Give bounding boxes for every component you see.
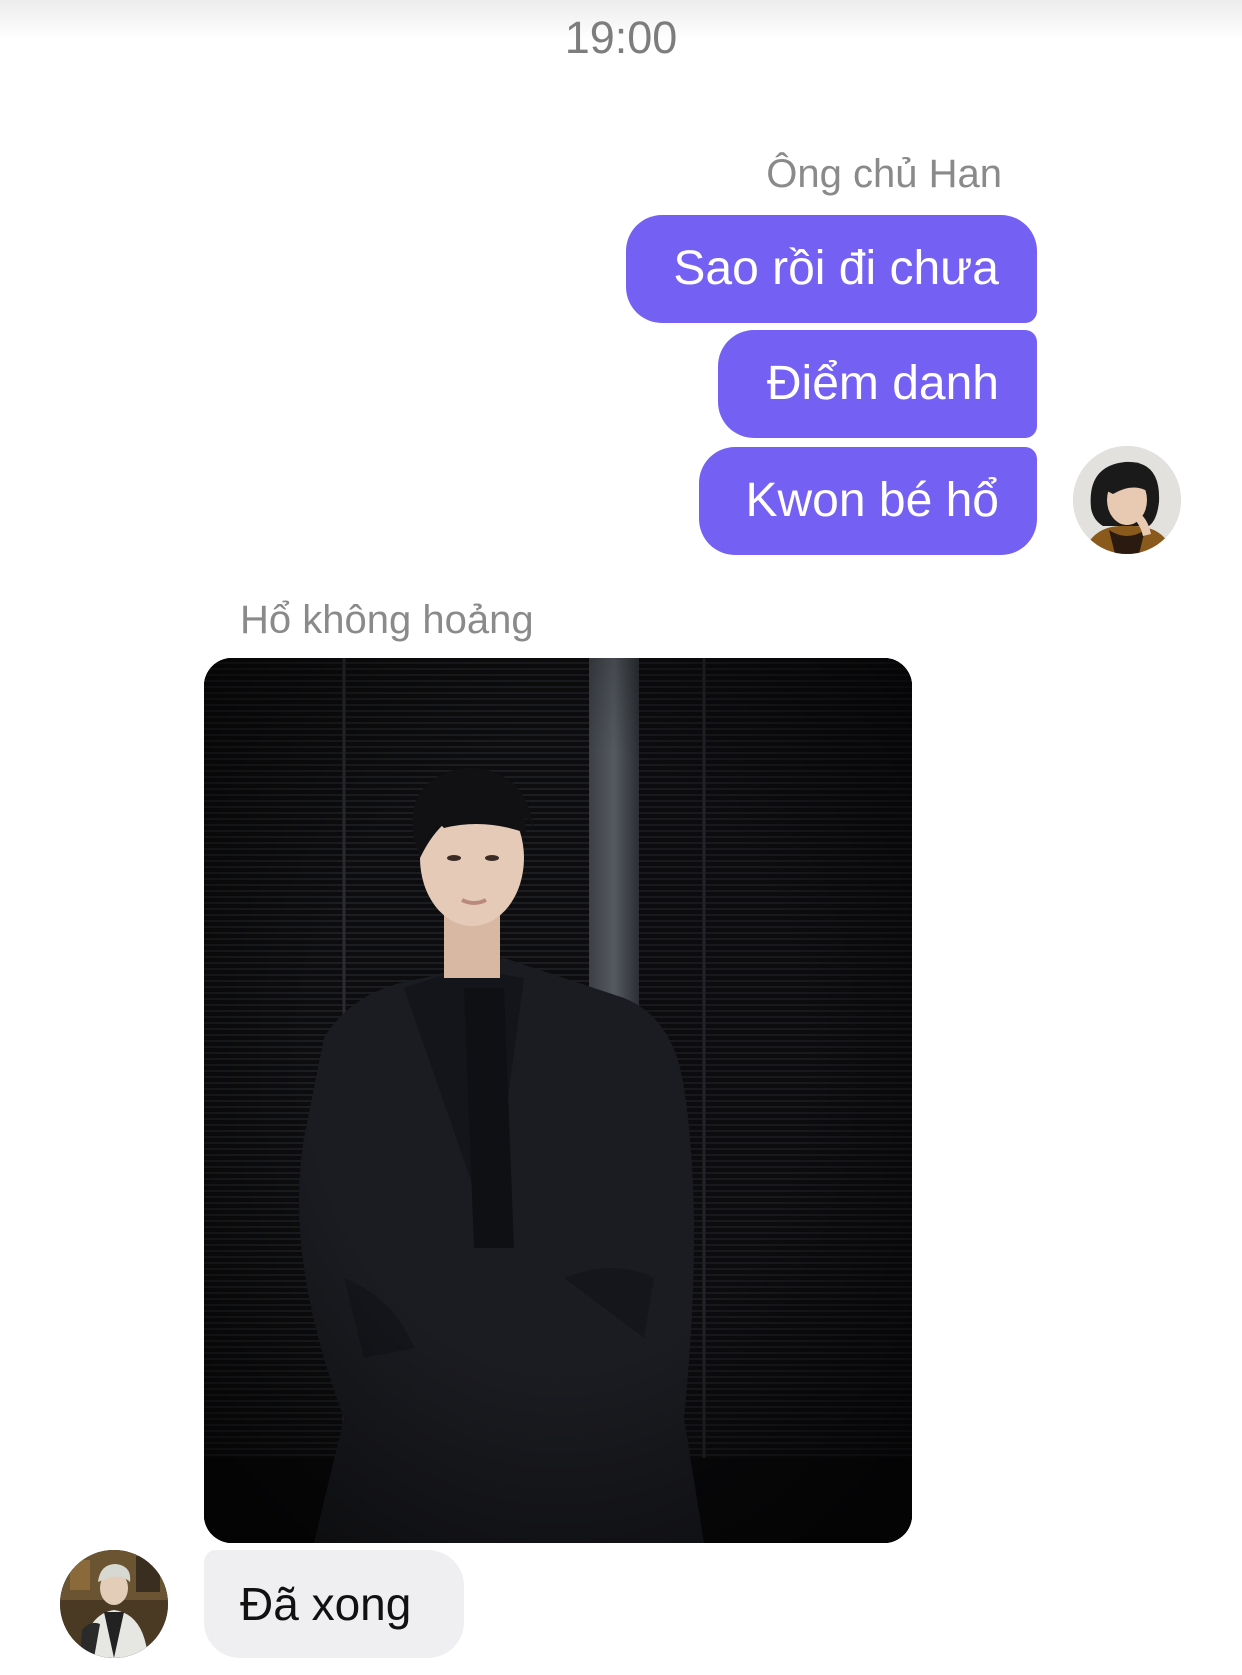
avatar-image: [1073, 446, 1181, 554]
avatar-image: [60, 1550, 168, 1658]
profile-photo-avatar-icon[interactable]: [60, 1550, 168, 1658]
message-text: Điểm danh: [766, 357, 999, 410]
profile-photo-avatar-icon[interactable]: [1073, 446, 1181, 554]
message-text: Kwon bé hổ: [745, 474, 999, 527]
outgoing-message-bubble[interactable]: Sao rồi đi chưa: [626, 215, 1037, 323]
shared-photo-image: [204, 658, 912, 1543]
shared-photo-icon[interactable]: [204, 658, 912, 1543]
sender-name-outgoing: Ông chủ Han: [766, 152, 1002, 196]
outgoing-message-bubble[interactable]: Kwon bé hổ: [699, 447, 1037, 555]
sender-name-incoming: Hổ không hoảng: [240, 598, 534, 642]
message-timestamp: 19:00: [564, 12, 678, 63]
message-text: Sao rồi đi chưa: [673, 242, 999, 295]
message-text: Đã xong: [240, 1578, 412, 1630]
outgoing-message-bubble[interactable]: Điểm danh: [718, 330, 1037, 438]
incoming-message-bubble[interactable]: Đã xong: [204, 1550, 464, 1658]
